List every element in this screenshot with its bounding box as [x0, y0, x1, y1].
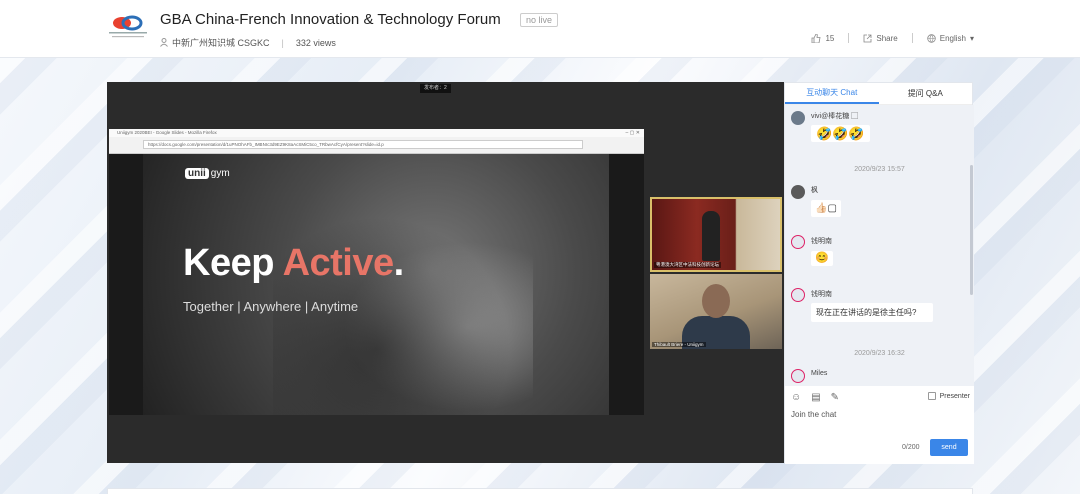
message-username: 钱明南 — [811, 291, 832, 298]
camera-label: 粤港澳大湾区中法科技创新论坛 — [654, 262, 721, 268]
message-username: Miles — [811, 370, 828, 377]
language-selector[interactable]: English ▾ — [927, 34, 974, 43]
tab-chat[interactable]: 互动聊天 Chat — [785, 83, 879, 104]
message-timestamp: 2020/9/23 16:32 — [854, 350, 905, 357]
camera-feed-remote[interactable]: Thibault Briere - Uniigym — [650, 274, 782, 349]
headline-keep: Keep — [183, 242, 283, 284]
pen-icon[interactable]: ✎ — [831, 392, 839, 403]
chat-toolbar: ☺ ▤ ✎ — [791, 392, 839, 403]
window-controls-icon: – ▢ ✕ — [625, 130, 640, 136]
chat-input[interactable]: Join the chat — [791, 410, 836, 419]
uniigym-logo: unii gym — [185, 168, 230, 179]
page-title: GBA China-French Innovation & Technology… — [160, 11, 501, 28]
logo-suffix: gym — [210, 168, 230, 179]
chat-input-area: ☺ ▤ ✎ Presenter Join the chat 0/200 send — [785, 386, 974, 464]
user-icon — [160, 38, 168, 47]
avatar — [791, 369, 805, 383]
presenter-indicator: 发布者：2 — [420, 84, 451, 93]
share-icon — [863, 34, 872, 42]
image-icon[interactable]: ▤ — [811, 392, 820, 403]
message-bubble: 😊 — [811, 251, 833, 266]
message-timestamp: 2020/9/23 15:57 — [854, 166, 905, 173]
speaker-head — [702, 284, 730, 318]
message-bubble: 🤣🤣🤣 — [811, 125, 870, 142]
share-button[interactable]: Share — [863, 33, 898, 43]
browser-title-bar: Uniigym 2020BEI - Google Slides - Mozill… — [109, 129, 644, 137]
action-divider — [911, 33, 913, 43]
message-username: vivi@棒花糖 ▢ — [811, 113, 859, 120]
message-bubble: 现在正在讲话的是徐主任吗? — [811, 303, 933, 322]
message-username: 钱明南 — [811, 238, 832, 245]
camera-label: Thibault Briere - Uniigym — [652, 342, 706, 347]
emoji-icon[interactable]: ☺ — [791, 392, 801, 403]
browser-url-bar: https://docs.google.com/presentation/d/1… — [143, 140, 583, 149]
speaker-figure — [702, 211, 720, 261]
action-divider — [848, 33, 850, 43]
logo-prefix: unii — [185, 168, 209, 179]
shared-browser-window: Uniigym 2020BEI - Google Slides - Mozill… — [109, 129, 644, 154]
camera-feed-stage[interactable]: 粤港澳大湾区中法科技创新论坛 — [650, 197, 782, 272]
avatar — [791, 111, 805, 125]
avatar — [791, 235, 805, 249]
slide-tagline: Together | Anywhere | Anytime — [183, 299, 359, 314]
slide-headline: Keep Active. — [183, 242, 404, 285]
view-count: 332 views — [295, 37, 336, 48]
send-button[interactable]: send — [930, 439, 968, 456]
message-username: 枫 — [811, 187, 818, 194]
chevron-down-icon: ▾ — [969, 33, 974, 43]
presenter-label: Presenter — [939, 392, 970, 400]
headline-dot: . — [393, 242, 405, 284]
headline-active: Active — [282, 242, 395, 284]
character-counter: 0/200 — [902, 444, 920, 451]
chat-tabs: 互动聊天 Chat 提问 Q&A — [785, 83, 972, 105]
channel-name[interactable]: 中新广州知识城 CSGKC — [172, 36, 270, 49]
presenter-filter[interactable]: Presenter — [927, 392, 970, 400]
like-button[interactable]: 15 — [811, 33, 835, 43]
presenter-checkbox[interactable] — [927, 392, 936, 400]
video-player[interactable]: 发布者：2 Uniigym 2020BEI - Google Slides - … — [107, 82, 784, 463]
slide-margin-left — [109, 154, 143, 415]
avatar — [791, 288, 805, 302]
slide-margin-right — [609, 154, 644, 415]
like-count: 15 — [825, 33, 835, 43]
chat-message-list[interactable]: vivi@棒花糖 ▢ 🤣🤣🤣 2020/9/23 15:57 枫 👍🏻▢ 钱明南… — [785, 105, 974, 386]
share-label: Share — [876, 33, 898, 43]
below-player-panel — [107, 488, 973, 494]
thumbs-up-icon — [812, 33, 821, 43]
forum-logo — [109, 15, 147, 38]
presentation-slide: unii gym Keep Active. Together | Anywher… — [143, 154, 609, 415]
chat-scrollbar[interactable] — [970, 165, 973, 295]
page-header: GBA China-French Innovation & Technology… — [0, 0, 1080, 58]
browser-title: Uniigym 2020BEI - Google Slides - Mozill… — [117, 130, 217, 135]
language-label: English — [939, 33, 966, 43]
globe-icon — [927, 33, 936, 43]
channel-meta: 中新广州知识城 CSGKC | 332 views — [160, 36, 336, 49]
avatar — [791, 185, 805, 199]
tab-qa[interactable]: 提问 Q&A — [879, 83, 973, 104]
meta-divider: | — [281, 37, 284, 48]
message-bubble: 👍🏻▢ — [811, 200, 841, 217]
live-status-badge: no live — [520, 13, 559, 27]
header-actions: 15 Share English ▾ — [811, 33, 974, 43]
chat-panel: 互动聊天 Chat 提问 Q&A vivi@棒花糖 ▢ 🤣🤣🤣 2020/9/2… — [784, 82, 974, 464]
